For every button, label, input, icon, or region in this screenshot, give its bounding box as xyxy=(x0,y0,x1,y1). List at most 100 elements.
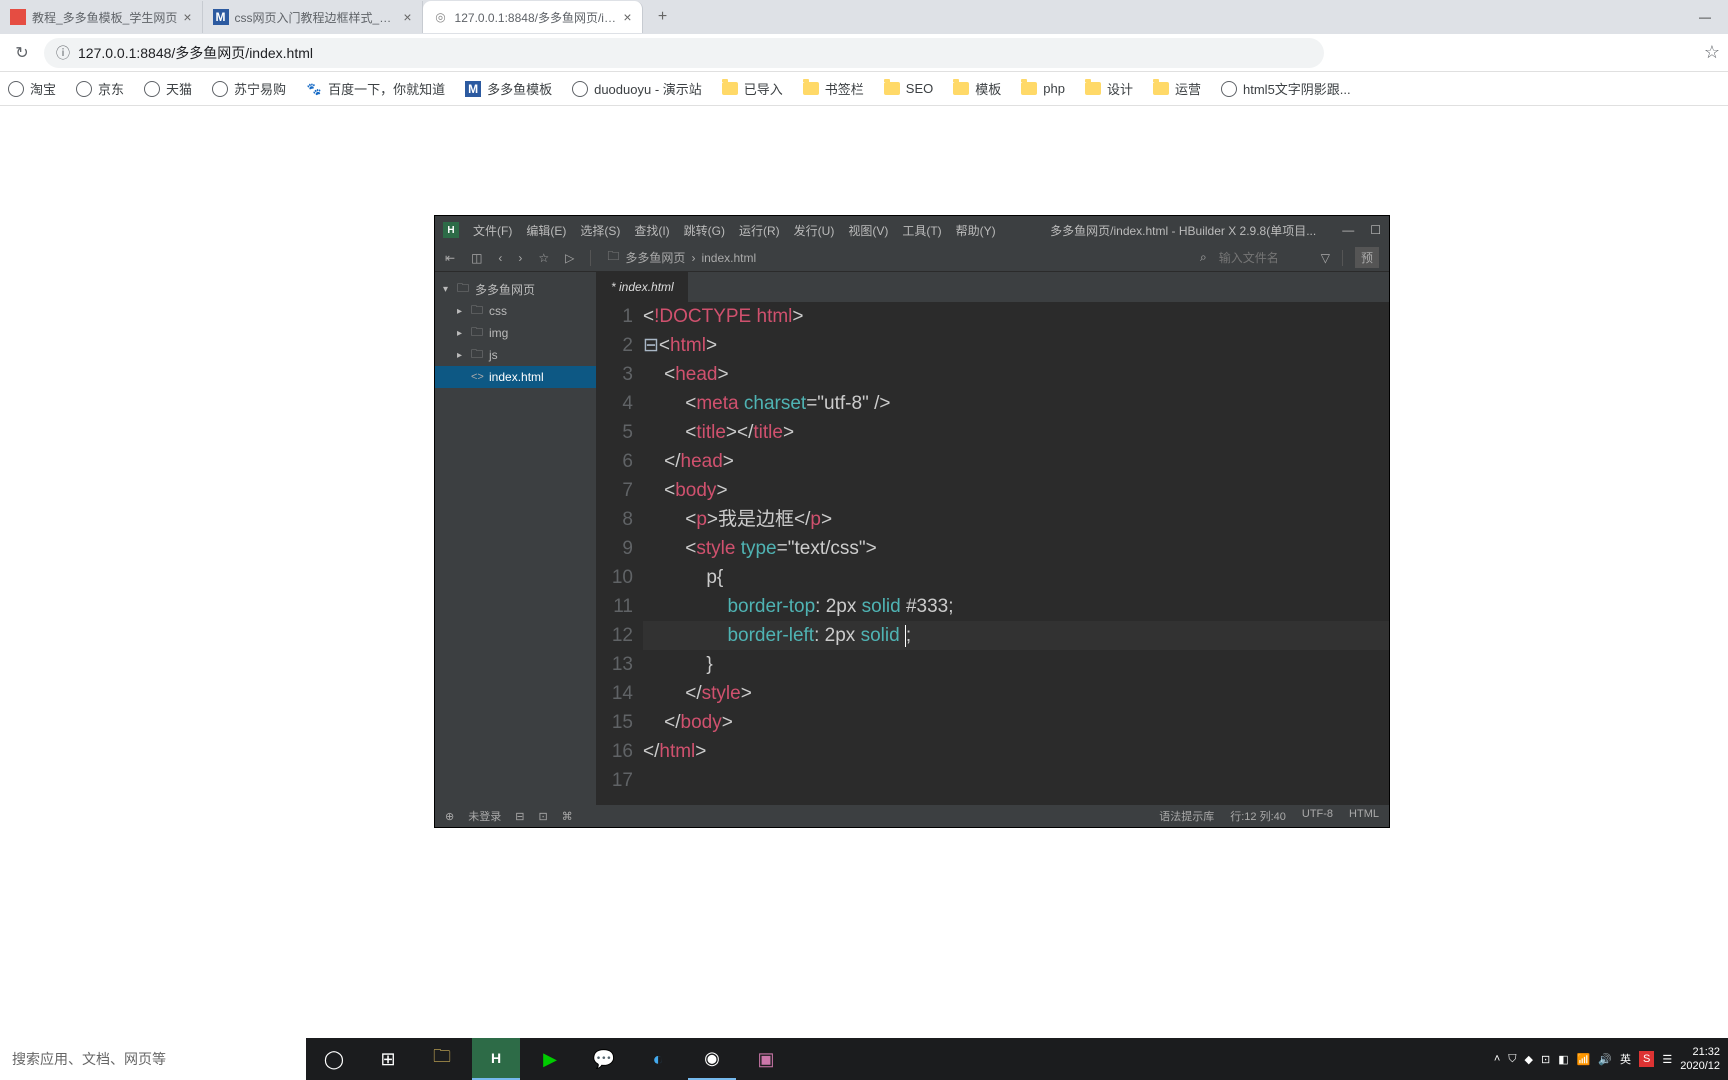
bookmark-item[interactable]: 设计 xyxy=(1085,79,1133,98)
info-icon: ⓘ xyxy=(56,43,70,63)
language-mode[interactable]: HTML xyxy=(1349,808,1379,824)
tray-icon[interactable]: S xyxy=(1639,1051,1654,1067)
bookmark-item[interactable]: M多多鱼模板 xyxy=(465,79,552,98)
bookmark-item[interactable]: 模板 xyxy=(953,79,1001,98)
tree-file-selected[interactable]: <>index.html xyxy=(435,366,596,388)
browser-tab-2[interactable]: ◎ 127.0.0.1:8848/多多鱼网页/ind... × xyxy=(423,1,643,33)
bookmark-label: 天猫 xyxy=(166,79,192,98)
bookmark-item[interactable]: 淘宝 xyxy=(8,79,56,98)
bookmark-item[interactable]: 京东 xyxy=(76,79,124,98)
menu-find[interactable]: 查找(I) xyxy=(634,222,669,239)
volume-icon[interactable]: 🔊 xyxy=(1598,1053,1612,1066)
menu-file[interactable]: 文件(F) xyxy=(473,222,512,239)
code-editor[interactable]: 1234567891011121314151617 <!DOCTYPE html… xyxy=(597,302,1389,805)
chevron-right-icon: ▸ xyxy=(457,306,467,317)
menu-select[interactable]: 选择(S) xyxy=(580,222,620,239)
menu-help[interactable]: 帮助(Y) xyxy=(956,222,996,239)
tree-folder[interactable]: ▸🗀img xyxy=(435,322,596,344)
chrome-taskbar-button[interactable]: ◉ xyxy=(688,1038,736,1080)
file-tab-active[interactable]: * index.html xyxy=(597,272,689,302)
tree-project[interactable]: ▾🗀多多鱼网页 xyxy=(435,278,596,300)
tree-label: css xyxy=(489,304,507,318)
tray-icon[interactable]: ⛉ xyxy=(1508,1053,1516,1066)
search-icon[interactable]: ⌕ xyxy=(1200,250,1207,265)
close-icon[interactable]: × xyxy=(183,9,191,25)
breadcrumb-segment[interactable]: 多多鱼网页 xyxy=(625,249,685,266)
editor-menubar: H 文件(F) 编辑(E) 选择(S) 查找(I) 跳转(G) 运行(R) 发行… xyxy=(435,216,1389,244)
tray-chevron-icon[interactable]: ˄ xyxy=(1494,1053,1500,1065)
browser-tab-strip: 教程_多多鱼模板_学生网页 × M css网页入门教程边框样式_多多... × … xyxy=(0,0,1728,34)
chevron-right-icon: ▸ xyxy=(457,328,467,339)
filter-icon[interactable]: ▽ xyxy=(1321,251,1330,265)
bookmark-item[interactable]: 书签栏 xyxy=(803,79,864,98)
hbuilder-icon: H xyxy=(443,222,459,238)
cursor-position[interactable]: 行:12 列:40 xyxy=(1230,808,1286,824)
app-button[interactable]: ▶ xyxy=(526,1038,574,1080)
bookmark-item[interactable]: duoduoyu - 演示站 xyxy=(572,79,702,98)
task-view-button[interactable]: ⊞ xyxy=(364,1038,412,1080)
back-button[interactable]: ‹ xyxy=(498,251,502,265)
menu-run[interactable]: 运行(R) xyxy=(739,222,780,239)
menu-release[interactable]: 发行(U) xyxy=(794,222,835,239)
bookmark-item[interactable]: html5文字阴影跟... xyxy=(1221,79,1351,98)
breadcrumb-segment[interactable]: index.html xyxy=(701,251,756,265)
bookmark-item[interactable]: 天猫 xyxy=(144,79,192,98)
preview-button[interactable]: 预 xyxy=(1355,247,1379,268)
browser-tab-1[interactable]: M css网页入门教程边框样式_多多... × xyxy=(203,1,423,33)
encoding[interactable]: UTF-8 xyxy=(1302,808,1333,824)
start-button[interactable]: ◯ xyxy=(310,1038,358,1080)
bookmark-item[interactable]: 已导入 xyxy=(722,79,783,98)
file-explorer-button[interactable]: 🗀 xyxy=(418,1038,466,1080)
menu-tools[interactable]: 工具(T) xyxy=(902,222,941,239)
tree-folder[interactable]: ▸🗀js xyxy=(435,344,596,366)
status-icon[interactable]: ⊟ xyxy=(515,810,524,823)
tray-icon[interactable]: ◆ xyxy=(1525,1053,1533,1066)
close-icon[interactable]: × xyxy=(623,9,631,25)
bookmarks-bar: 淘宝 京东 天猫 苏宁易购 🐾百度一下，你就知道 M多多鱼模板 duoduoyu… xyxy=(0,72,1728,106)
editor-statusbar: ⊕ 未登录 ⊟ ⊡ ⌘ 语法提示库 行:12 列:40 UTF-8 HTML xyxy=(435,805,1389,827)
login-status[interactable]: 未登录 xyxy=(468,808,501,824)
tree-folder[interactable]: ▸🗀css xyxy=(435,300,596,322)
filename-search-input[interactable] xyxy=(1219,251,1309,265)
status-icon[interactable]: ⊡ xyxy=(538,810,547,823)
minimize-button[interactable]: — xyxy=(1342,223,1354,237)
tray-icon[interactable]: ◧ xyxy=(1558,1053,1568,1066)
bookmark-star-button[interactable]: ☆ xyxy=(1704,42,1720,63)
bookmark-item[interactable]: php xyxy=(1021,81,1065,96)
forward-button[interactable]: › xyxy=(518,251,522,265)
new-tab-button[interactable]: + xyxy=(649,3,677,31)
close-icon[interactable]: × xyxy=(403,9,411,25)
bookmark-item[interactable]: 运营 xyxy=(1153,79,1201,98)
maximize-button[interactable]: ☐ xyxy=(1370,223,1381,237)
reload-button[interactable]: ↻ xyxy=(8,39,36,67)
run-icon[interactable]: ▷ xyxy=(565,251,574,265)
ime-indicator[interactable]: 英 xyxy=(1620,1051,1631,1067)
folder-icon xyxy=(953,82,969,95)
menu-view[interactable]: 视图(V) xyxy=(848,222,888,239)
wechat-button[interactable]: 💬 xyxy=(580,1038,628,1080)
url-input[interactable]: ⓘ 127.0.0.1:8848/多多鱼网页/index.html xyxy=(44,38,1324,68)
syntax-hint[interactable]: 语法提示库 xyxy=(1159,808,1214,824)
app-button[interactable]: ◐ xyxy=(634,1038,682,1080)
minimize-button[interactable]: — xyxy=(1682,0,1728,34)
bookmark-item[interactable]: SEO xyxy=(884,81,933,96)
code-content: <!DOCTYPE html>⊟<html> <head> <meta char… xyxy=(643,302,1389,805)
star-icon[interactable]: ☆ xyxy=(538,251,549,265)
bookmark-item[interactable]: 苏宁易购 xyxy=(212,79,286,98)
clock[interactable]: 21:32 2020/12 xyxy=(1680,1045,1720,1073)
hbuilder-taskbar-button[interactable]: H xyxy=(472,1038,520,1080)
menu-edit[interactable]: 编辑(E) xyxy=(526,222,566,239)
tray-icon[interactable]: ⊡ xyxy=(1541,1053,1550,1066)
app-button[interactable]: ▣ xyxy=(742,1038,790,1080)
bookmark-item[interactable]: 🐾百度一下，你就知道 xyxy=(306,79,445,98)
status-icon[interactable]: ⌘ xyxy=(562,810,573,823)
windows-search-input[interactable]: 搜索应用、文档、网页等 xyxy=(0,1038,306,1080)
line-gutter: 1234567891011121314151617 xyxy=(597,302,643,805)
collapse-icon[interactable]: ⇤ xyxy=(445,251,455,265)
panel-icon[interactable]: ◫ xyxy=(471,251,482,265)
menu-goto[interactable]: 跳转(G) xyxy=(684,222,725,239)
tray-icon[interactable]: 📶 xyxy=(1577,1053,1591,1066)
tree-label: js xyxy=(489,348,498,362)
browser-tab-0[interactable]: 教程_多多鱼模板_学生网页 × xyxy=(0,1,203,33)
tray-icon[interactable]: ☰ xyxy=(1662,1053,1672,1066)
